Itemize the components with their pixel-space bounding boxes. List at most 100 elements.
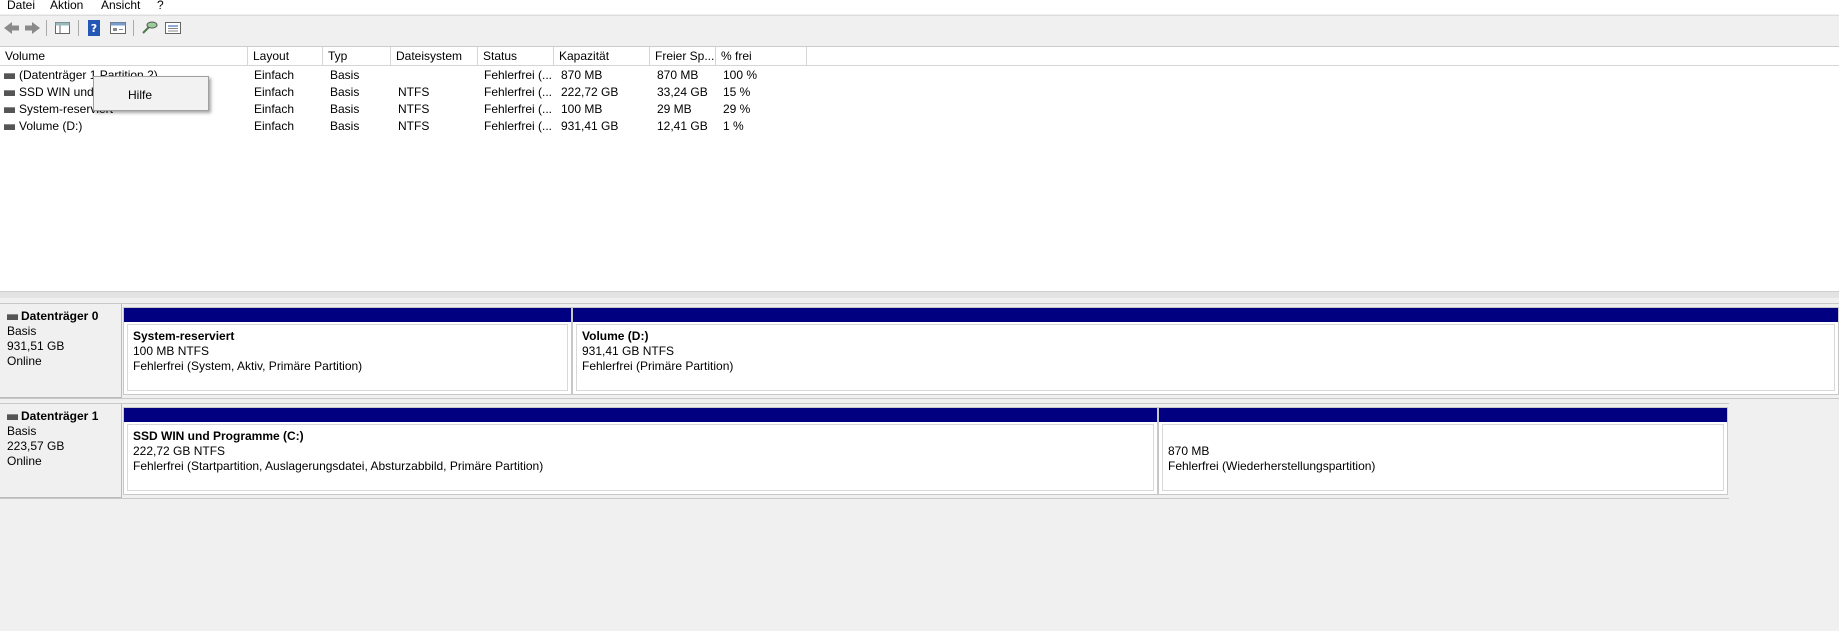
volume-status: Fehlerfrei (... — [484, 119, 553, 133]
back-arrow-icon[interactable] — [2, 19, 22, 37]
list-view-icon[interactable] — [163, 19, 183, 37]
volume-percent-free: 100 % — [723, 68, 758, 82]
volume-capacity: 931,41 GB — [561, 119, 619, 133]
toolbar-separator — [78, 20, 79, 36]
disk-info-1[interactable]: Datenträger 1 Basis 223,57 GB Online — [0, 404, 122, 498]
disk-state: Online — [7, 454, 42, 468]
volume-name: Volume (D:) — [19, 119, 83, 133]
column-header-volume[interactable]: Volume — [0, 47, 248, 65]
volume-status: Fehlerfrei (... — [484, 85, 553, 99]
partition-title — [1168, 429, 1718, 444]
menu-datei[interactable]: Datei — [7, 0, 35, 12]
partition-bar — [124, 308, 571, 322]
volume-icon — [4, 73, 15, 79]
context-menu: Hilfe — [93, 76, 209, 111]
disk-name: Datenträger 0 — [21, 309, 99, 323]
volume-type: Basis — [330, 119, 360, 133]
partition-title: Volume (D:) — [582, 329, 649, 343]
volume-filesystem: NTFS — [398, 119, 430, 133]
column-header-layout[interactable]: Layout — [248, 47, 323, 65]
volume-percent-free: 15 % — [723, 85, 751, 99]
volume-name: SSD WIN und — [19, 85, 94, 99]
partition-title: SSD WIN und Programme (C:) — [133, 429, 304, 443]
volume-layout: Einfach — [254, 102, 295, 116]
disk-graphical-view: Datenträger 0 Basis 931,51 GB Online Sys… — [0, 298, 1839, 631]
column-header-dateisystem[interactable]: Dateisystem — [391, 47, 478, 65]
volume-filesystem: NTFS — [398, 85, 430, 99]
volume-type: Basis — [330, 68, 360, 82]
menu-bar: Datei Aktion Ansicht ? — [0, 0, 1839, 14]
partition-bar — [124, 408, 1157, 422]
partition-status: Fehlerfrei (Primäre Partition) — [582, 359, 734, 373]
volume-free-space: 29 MB — [657, 102, 692, 116]
volume-percent-free: 29 % — [723, 102, 751, 116]
partition-system-reserviert[interactable]: System-reserviert 100 MB NTFS Fehlerfrei… — [123, 307, 572, 395]
connect-icon[interactable] — [140, 19, 160, 37]
table-row[interactable]: (Datenträger 1 Partition 2) Einfach Basi… — [0, 67, 1839, 84]
column-header-prozent-frei[interactable]: % frei — [716, 47, 807, 65]
menu-aktion[interactable]: Aktion — [50, 0, 83, 12]
volume-status: Fehlerfrei (... — [484, 68, 553, 82]
volume-capacity: 870 MB — [561, 68, 603, 82]
disk-size: 223,57 GB — [7, 439, 65, 453]
list-header: Volume Layout Typ Dateisystem Status Kap… — [0, 47, 1839, 66]
disk-size: 931,51 GB — [7, 339, 65, 353]
partition-recovery[interactable]: 870 MB Fehlerfrei (Wiederherstellungspar… — [1158, 407, 1728, 495]
partition-status: Fehlerfrei (Wiederherstellungspartition) — [1168, 459, 1376, 473]
partition-bar — [1159, 408, 1727, 422]
partition-status: Fehlerfrei (Startpartition, Auslagerungs… — [133, 459, 544, 473]
table-row[interactable]: System-reserviert Einfach Basis NTFS Feh… — [0, 101, 1839, 118]
console-tree-icon[interactable] — [53, 19, 73, 37]
volume-list: Volume Layout Typ Dateisystem Status Kap… — [0, 46, 1839, 292]
disk-state: Online — [7, 354, 42, 368]
volume-percent-free: 1 % — [723, 119, 744, 133]
disk-info-0[interactable]: Datenträger 0 Basis 931,51 GB Online — [0, 304, 122, 398]
partition-status: Fehlerfrei (System, Aktiv, Primäre Parti… — [133, 359, 363, 373]
volume-capacity: 100 MB — [561, 102, 603, 116]
partition-ssd-win-c[interactable]: SSD WIN und Programme (C:) 222,72 GB NTF… — [123, 407, 1158, 495]
partition-size: 100 MB NTFS — [133, 344, 210, 358]
disk-type: Basis — [7, 424, 37, 438]
column-header-kapazitaet[interactable]: Kapazität — [554, 47, 650, 65]
volume-icon — [4, 124, 15, 130]
menu-help[interactable]: ? — [157, 0, 164, 12]
volume-status: Fehlerfrei (... — [484, 102, 553, 116]
volume-type: Basis — [330, 102, 360, 116]
disk-name: Datenträger 1 — [21, 409, 99, 423]
disk-icon — [7, 313, 18, 320]
volume-icon — [4, 90, 15, 96]
column-header-status[interactable]: Status — [478, 47, 554, 65]
toolbar-separator — [133, 20, 134, 36]
pane-splitter[interactable] — [0, 291, 1839, 298]
menu-ansicht[interactable]: Ansicht — [101, 0, 140, 12]
table-row[interactable]: Volume (D:) Einfach Basis NTFS Fehlerfre… — [0, 118, 1839, 135]
disk-icon — [7, 413, 18, 420]
help-icon[interactable]: ? — [85, 19, 105, 37]
volume-filesystem: NTFS — [398, 102, 430, 116]
context-menu-item-hilfe[interactable]: Hilfe — [128, 88, 152, 102]
volume-free-space: 870 MB — [657, 68, 699, 82]
column-header-freier-speicher[interactable]: Freier Sp... — [650, 47, 716, 65]
volume-layout: Einfach — [254, 68, 295, 82]
properties-icon[interactable] — [108, 19, 128, 37]
toolbar-separator — [46, 20, 47, 36]
partition-size: 931,41 GB NTFS — [582, 344, 675, 358]
table-row[interactable]: SSD WIN und Einfach Basis NTFS Fehlerfre… — [0, 84, 1839, 101]
volume-capacity: 222,72 GB — [561, 85, 619, 99]
partition-size: 222,72 GB NTFS — [133, 444, 226, 458]
partition-bar — [573, 308, 1838, 322]
volume-type: Basis — [330, 85, 360, 99]
svg-text:?: ? — [91, 22, 97, 35]
volume-icon — [4, 107, 15, 113]
partition-volume-d[interactable]: Volume (D:) 931,41 GB NTFS Fehlerfrei (P… — [572, 307, 1839, 395]
volume-free-space: 33,24 GB — [657, 85, 708, 99]
column-header-typ[interactable]: Typ — [323, 47, 391, 65]
partition-title: System-reserviert — [133, 329, 235, 343]
volume-free-space: 12,41 GB — [657, 119, 708, 133]
disk-type: Basis — [7, 324, 37, 338]
forward-arrow-icon[interactable] — [22, 19, 42, 37]
toolbar: ? — [0, 15, 1839, 40]
volume-layout: Einfach — [254, 119, 295, 133]
volume-layout: Einfach — [254, 85, 295, 99]
partition-size: 870 MB — [1168, 444, 1210, 458]
